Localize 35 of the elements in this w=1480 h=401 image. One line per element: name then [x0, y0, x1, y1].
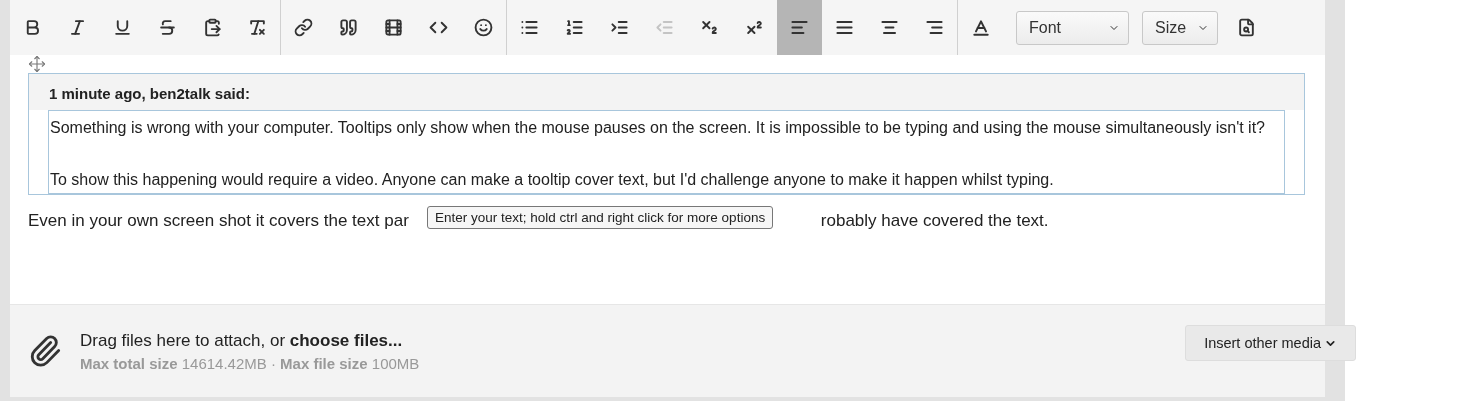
numbered-list-icon	[565, 18, 584, 37]
bulleted-list-icon	[520, 18, 539, 37]
tooltip: Enter your text; hold ctrl and right click for more options	[427, 206, 774, 229]
text-color-icon	[970, 17, 991, 38]
insert-media-button[interactable]: Insert other media	[1185, 325, 1356, 361]
attach-prompt[interactable]: Drag files here to attach, or choose files...	[80, 330, 1168, 351]
quote-paragraph: Something is wrong with your computer. Tooltips only show when the mouse pauses on the screen. It is impossible to be typing and using the mouse simultaneously isn't it?	[50, 118, 1266, 138]
justify-icon	[835, 18, 854, 37]
quote-icon	[339, 18, 358, 37]
quote-paragraph: To show this happening would require a video. Anyone can make a tooltip cover text, but I'd challenge anyone to make it happen whilst typing.	[50, 170, 1055, 190]
reply-text: Even in your own screen shot it covers the text par	[28, 211, 409, 231]
subscript-icon	[700, 18, 719, 37]
move-handle-icon[interactable]	[28, 55, 46, 73]
quote-header: 1 minute ago, ben2talk said:	[29, 74, 1304, 110]
font-dropdown[interactable]: Font	[1016, 10, 1129, 45]
reply-text: robably have covered the text.	[820, 211, 1049, 231]
italic-icon	[68, 18, 87, 37]
size-dropdown[interactable]: Size	[1142, 10, 1218, 45]
strikethrough-icon	[158, 18, 177, 37]
film-icon	[384, 18, 403, 37]
preview-icon	[1237, 18, 1256, 37]
underline-icon	[113, 18, 132, 37]
smiley-icon	[474, 18, 493, 37]
align-center-icon	[880, 18, 899, 37]
paste-icon	[203, 18, 222, 37]
paperclip-icon	[28, 334, 62, 368]
align-left-button[interactable]	[777, 0, 822, 55]
size-limits: Max total size 14614.42MB · Max file size 100MB	[80, 354, 421, 372]
superscript-icon	[745, 18, 764, 37]
link-icon	[294, 18, 313, 37]
align-right-icon	[925, 18, 944, 37]
outdent-icon	[655, 18, 674, 37]
clear-formatting-icon	[248, 18, 267, 37]
indent-icon	[610, 18, 629, 37]
align-left-icon	[790, 18, 809, 37]
